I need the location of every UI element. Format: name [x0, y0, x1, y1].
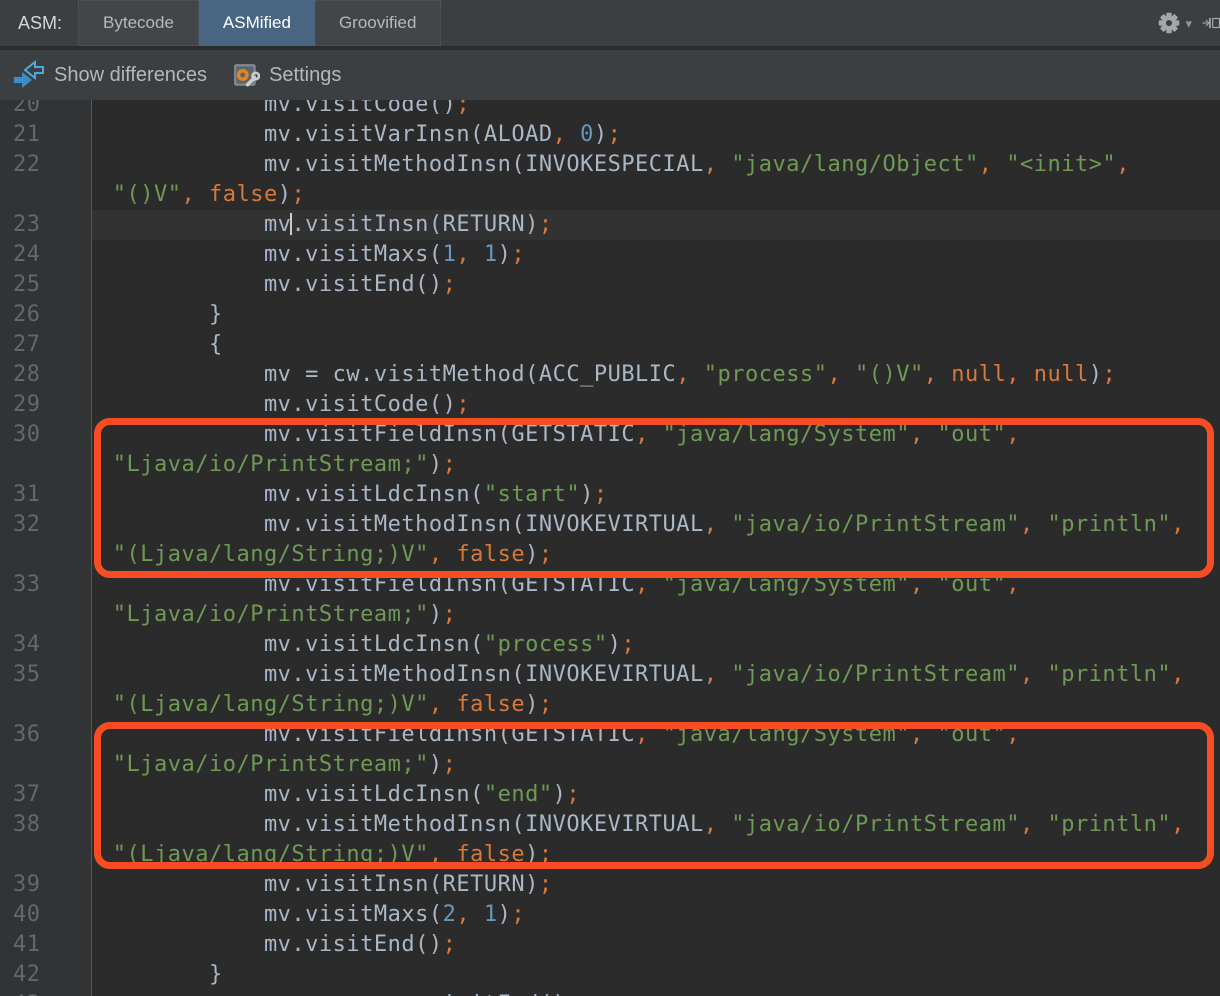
tab-bar: ASM: BytecodeASMifiedGroovified ▾	[0, 0, 1220, 46]
show-differences-button-label: Show differences	[54, 64, 207, 87]
line-number-gutter: 202122 2324252627282930 3132 33 3435 36 3738 39…	[0, 100, 92, 996]
line-number: 33	[0, 570, 91, 600]
code-line-wrap[interactable]: "(Ljava/lang/String;)V", false);	[92, 690, 1220, 720]
view-tabs: BytecodeASMifiedGroovified	[78, 0, 441, 46]
line-number: 28	[0, 360, 91, 390]
line-number	[0, 450, 91, 480]
code-line-31[interactable]: mv.visitLdcInsn("start");	[92, 480, 1220, 510]
diff-icon	[12, 60, 45, 90]
code-line-32[interactable]: mv.visitMethodInsn(INVOKEVIRTUAL, "java/…	[92, 510, 1220, 540]
gear-icon	[1156, 10, 1182, 36]
line-number: 41	[0, 930, 91, 960]
line-number: 39	[0, 870, 91, 900]
line-number: 21	[0, 120, 91, 150]
toolbar: Show differences Settings	[0, 50, 1220, 100]
line-number: 40	[0, 900, 91, 930]
code-line-20[interactable]: mv.visitCode();	[92, 100, 1220, 120]
tab-groovified[interactable]: Groovified	[315, 0, 441, 46]
code-line-27[interactable]: {	[92, 330, 1220, 360]
code-line-wrap[interactable]: "Ljava/io/PrintStream;");	[92, 450, 1220, 480]
line-number	[0, 750, 91, 780]
line-number: 26	[0, 300, 91, 330]
code-line-wrap[interactable]: "(Ljava/lang/String;)V", false);	[92, 540, 1220, 570]
code-line-33[interactable]: mv.visitFieldInsn(GETSTATIC, "java/lang/…	[92, 570, 1220, 600]
line-number	[0, 600, 91, 630]
line-number: 25	[0, 270, 91, 300]
code-line-37[interactable]: mv.visitLdcInsn("end");	[92, 780, 1220, 810]
line-number: 36	[0, 720, 91, 750]
tab-asmified[interactable]: ASMified	[199, 0, 315, 46]
code-line-30[interactable]: mv.visitFieldInsn(GETSTATIC, "java/lang/…	[92, 420, 1220, 450]
settings-button-label: Settings	[269, 64, 341, 87]
line-number: 43	[0, 990, 91, 996]
code-line-35[interactable]: mv.visitMethodInsn(INVOKEVIRTUAL, "java/…	[92, 660, 1220, 690]
panel-title: ASM:	[0, 0, 78, 46]
hide-panel-button[interactable]	[1202, 8, 1220, 38]
line-number	[0, 840, 91, 870]
line-number: 34	[0, 630, 91, 660]
line-number: 29	[0, 390, 91, 420]
code-line-wrap[interactable]: "(Ljava/lang/String;)V", false);	[92, 840, 1220, 870]
line-number: 22	[0, 150, 91, 180]
code-line-wrap[interactable]: "()V", false);	[92, 180, 1220, 210]
code-line-26[interactable]: }	[92, 300, 1220, 330]
code-line-28[interactable]: mv = cw.visitMethod(ACC_PUBLIC, "process…	[92, 360, 1220, 390]
code-line-40[interactable]: mv.visitMaxs(2, 1);	[92, 900, 1220, 930]
code-line-24[interactable]: mv.visitMaxs(1, 1);	[92, 240, 1220, 270]
line-number: 23	[0, 210, 91, 240]
code-line-38[interactable]: mv.visitMethodInsn(INVOKEVIRTUAL, "java/…	[92, 810, 1220, 840]
line-number: 31	[0, 480, 91, 510]
code-line-29[interactable]: mv.visitCode();	[92, 390, 1220, 420]
code-line-21[interactable]: mv.visitVarInsn(ALOAD, 0);	[92, 120, 1220, 150]
line-number: 20	[0, 100, 91, 120]
code-line-25[interactable]: mv.visitEnd();	[92, 270, 1220, 300]
settings-button[interactable]: Settings	[233, 62, 341, 89]
gear-menu-button[interactable]: ▾	[1150, 6, 1198, 40]
settings-icon	[233, 62, 260, 89]
line-number: 30	[0, 420, 91, 450]
asm-plugin-panel: ASM: BytecodeASMifiedGroovified ▾	[0, 0, 1220, 996]
line-number: 27	[0, 330, 91, 360]
line-number	[0, 540, 91, 570]
code-line-wrap[interactable]: "Ljava/io/PrintStream;");	[92, 750, 1220, 780]
line-number: 37	[0, 780, 91, 810]
show-differences-button[interactable]: Show differences	[12, 60, 207, 90]
line-number: 42	[0, 960, 91, 990]
code-line-22[interactable]: mv.visitMethodInsn(INVOKESPECIAL, "java/…	[92, 150, 1220, 180]
line-number: 32	[0, 510, 91, 540]
code-line-36[interactable]: mv.visitFieldInsn(GETSTATIC, "java/lang/…	[92, 720, 1220, 750]
tabbar-actions: ▾	[1150, 0, 1220, 46]
hide-panel-icon	[1202, 12, 1220, 34]
line-number	[0, 690, 91, 720]
code-line-wrap[interactable]: "Ljava/io/PrintStream;");	[92, 600, 1220, 630]
code-editor[interactable]: 202122 2324252627282930 3132 33 3435 36 3738 39…	[0, 100, 1220, 996]
line-number	[0, 180, 91, 210]
code-line-23[interactable]: mv.visitInsn(RETURN);	[92, 210, 1220, 240]
code-line-39[interactable]: mv.visitInsn(RETURN);	[92, 870, 1220, 900]
line-number: 38	[0, 810, 91, 840]
tab-bytecode[interactable]: Bytecode	[78, 0, 199, 46]
code-area[interactable]: mv.visitCode(); mv.visitVarInsn(ALOAD, 0…	[92, 100, 1220, 996]
chevron-down-icon: ▾	[1185, 17, 1192, 30]
line-number: 35	[0, 660, 91, 690]
line-number: 24	[0, 240, 91, 270]
code-line-41[interactable]: mv.visitEnd();	[92, 930, 1220, 960]
code-line-43[interactable]: cw.visitEnd();	[92, 990, 1220, 996]
code-line-34[interactable]: mv.visitLdcInsn("process");	[92, 630, 1220, 660]
code-line-42[interactable]: }	[92, 960, 1220, 990]
